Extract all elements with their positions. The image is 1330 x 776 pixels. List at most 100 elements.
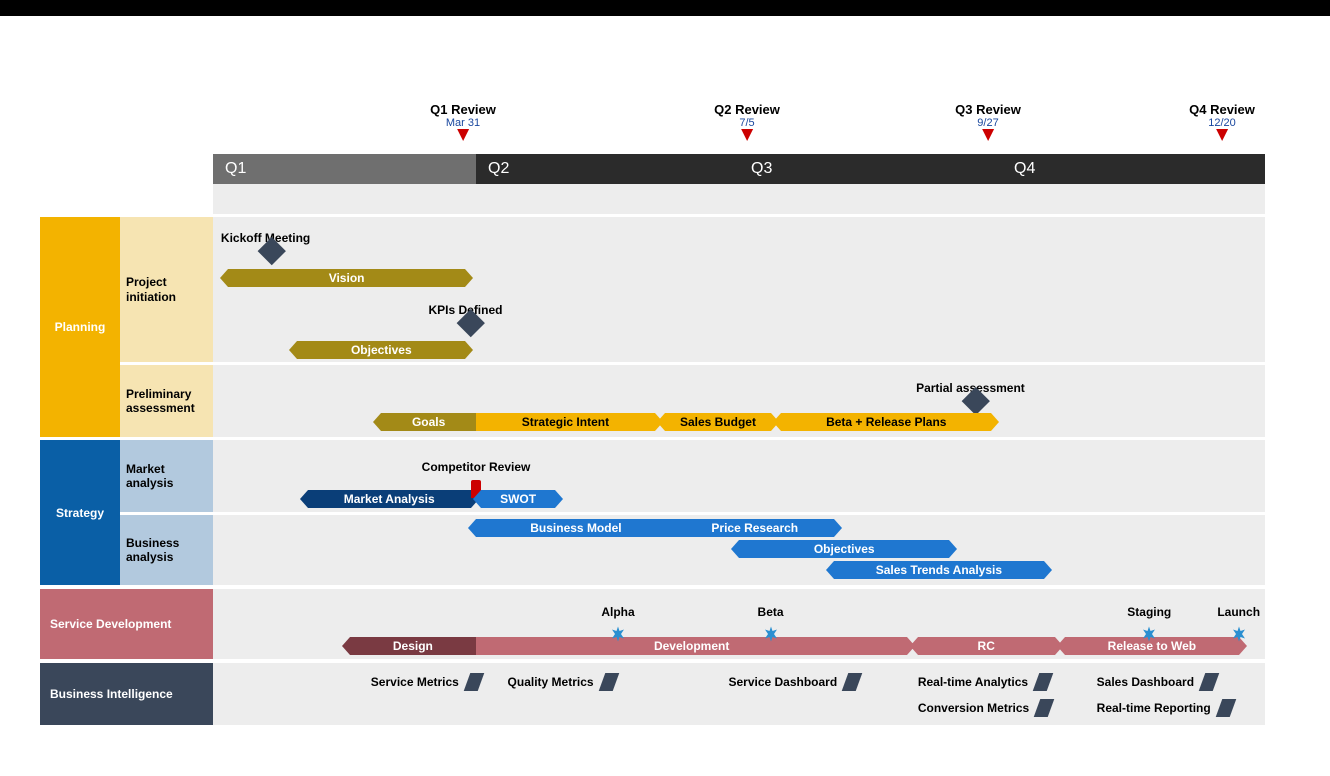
bar-sales-trends: Sales Trends Analysis [834, 561, 1044, 579]
sublabel-prelim-assessment: Preliminary assessment [120, 365, 213, 437]
milestone-launch-label: Launch [1217, 605, 1260, 619]
review-q4: Q4 Review 12/20 [1189, 102, 1255, 141]
review-markers: Q1 Review Mar 31 Q2 Review 7/5 Q3 Review… [0, 102, 1330, 152]
lane-business-analysis: Business Model Price Research Objectives… [213, 515, 1265, 585]
bar-beta-release-plans: Beta + Release Plans [781, 413, 991, 431]
section-label: Planning [55, 320, 106, 334]
bi-label: Quality Metrics [508, 675, 594, 689]
bar-rc: RC [918, 637, 1055, 655]
review-label: Q3 Review [955, 102, 1021, 117]
star-icon [762, 625, 780, 643]
review-q2: Q2 Review 7/5 [714, 102, 780, 141]
lane-service-development: Alpha Beta Staging Launch Design Develop… [213, 589, 1265, 659]
review-label: Q1 Review [430, 102, 496, 117]
bar-label: Market Analysis [344, 492, 435, 506]
bar-label: Price Research [711, 521, 798, 535]
bar-sales-budget: Sales Budget [665, 413, 770, 431]
bi-label: Conversion Metrics [918, 701, 1029, 715]
bi-realtime-reporting: Real-time Reporting [1097, 699, 1233, 717]
bar-label: Beta + Release Plans [826, 415, 946, 429]
section-business-intelligence: Business Intelligence [40, 663, 213, 725]
quarter-q3: Q3 [739, 154, 1002, 184]
review-date: 9/27 [955, 117, 1021, 129]
quarter-q2: Q2 [476, 154, 739, 184]
bar-objectives: Objectives [297, 341, 465, 359]
review-label: Q2 Review [714, 102, 780, 117]
milestone-competitor-label: Competitor Review [422, 460, 531, 474]
review-label: Q4 Review [1189, 102, 1255, 117]
review-q1: Q1 Review Mar 31 [430, 102, 496, 141]
triangle-down-icon [1216, 129, 1228, 141]
review-date: 12/20 [1189, 117, 1255, 129]
section-label: Strategy [56, 506, 104, 520]
lane-project-initiation: Kickoff Meeting Vision KPIs Defined Obje… [213, 217, 1265, 362]
bar-label: RC [978, 639, 995, 653]
bar-vision: Vision [228, 269, 466, 287]
triangle-down-icon [741, 129, 753, 141]
review-date: Mar 31 [430, 117, 496, 129]
bar-label: Objectives [351, 343, 412, 357]
triangle-down-icon [457, 129, 469, 141]
bar-label: Strategic Intent [522, 415, 609, 429]
parallelogram-icon [464, 673, 485, 691]
section-label: Service Development [50, 617, 171, 631]
bar-goals: Goals [381, 413, 476, 431]
bar-development: Development [476, 637, 907, 655]
parallelogram-icon [1215, 699, 1236, 717]
bi-sales-dashboard: Sales Dashboard [1097, 673, 1216, 691]
section-service-development: Service Development [40, 589, 213, 659]
lane-prelim-assessment: Partial assessment Goals Strategic Inten… [213, 365, 1265, 437]
bar-label: Sales Budget [680, 415, 756, 429]
star-icon [1230, 625, 1248, 643]
quarter-q1: Q1 [213, 154, 476, 184]
star-icon [1140, 625, 1158, 643]
bar-label: Sales Trends Analysis [876, 563, 1002, 577]
sublabel-business-analysis: Business analysis [120, 515, 213, 585]
top-black-bar [0, 0, 1330, 16]
milestone-alpha-label: Alpha [601, 605, 634, 619]
bar-price-research: Price Research [676, 519, 834, 537]
bi-label: Service Metrics [371, 675, 459, 689]
bi-quality-metrics: Quality Metrics [508, 673, 616, 691]
parallelogram-icon [598, 673, 619, 691]
bar-swot: SWOT [481, 490, 555, 508]
bar-strategic-intent: Strategic Intent [476, 413, 655, 431]
review-q3: Q3 Review 9/27 [955, 102, 1021, 141]
bi-service-dashboard: Service Dashboard [728, 673, 859, 691]
bi-realtime-analytics: Real-time Analytics [918, 673, 1050, 691]
bar-label: Business Model [530, 521, 621, 535]
bar-objectives-2: Objectives [739, 540, 949, 558]
bi-label: Sales Dashboard [1097, 675, 1194, 689]
milestone-staging-label: Staging [1127, 605, 1171, 619]
sublabel-market-analysis: Market analysis [120, 440, 213, 512]
bi-label: Real-time Reporting [1097, 701, 1211, 715]
bi-conversion-metrics: Conversion Metrics [918, 699, 1051, 717]
quarter-q4: Q4 [1002, 154, 1265, 184]
section-label: Business Intelligence [50, 687, 173, 701]
section-planning: Planning [40, 217, 120, 437]
review-date: 7/5 [714, 117, 780, 129]
star-icon [609, 625, 627, 643]
parallelogram-icon [1199, 673, 1220, 691]
lane-spacer [213, 184, 1265, 214]
bar-label: SWOT [500, 492, 536, 506]
sublabel-project-initiation: Project initiation [120, 217, 213, 362]
bar-design: Design [350, 637, 476, 655]
bi-service-metrics: Service Metrics [371, 673, 481, 691]
bar-label: Objectives [814, 542, 875, 556]
bar-label: Design [393, 639, 433, 653]
timeline-stage: Q1 Review Mar 31 Q2 Review 7/5 Q3 Review… [0, 16, 1330, 776]
lane-market-analysis: Competitor Review Market Analysis SWOT [213, 440, 1265, 512]
parallelogram-icon [1033, 673, 1054, 691]
bar-label: Goals [412, 415, 445, 429]
bar-market-analysis: Market Analysis [308, 490, 471, 508]
milestone-beta-label: Beta [758, 605, 784, 619]
bar-business-model: Business Model [476, 519, 676, 537]
bi-label: Service Dashboard [728, 675, 837, 689]
bar-label: Vision [329, 271, 365, 285]
parallelogram-icon [842, 673, 863, 691]
quarter-band: Q1 Q2 Q3 Q4 [213, 154, 1265, 184]
parallelogram-icon [1034, 699, 1055, 717]
bar-label: Development [654, 639, 729, 653]
lane-business-intelligence: Service Metrics Quality Metrics Service … [213, 663, 1265, 725]
